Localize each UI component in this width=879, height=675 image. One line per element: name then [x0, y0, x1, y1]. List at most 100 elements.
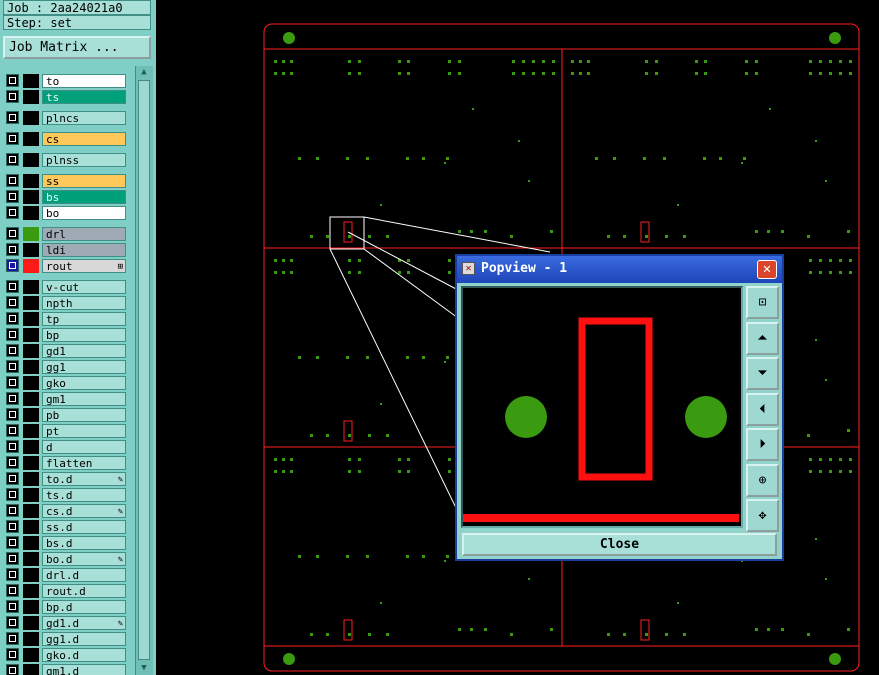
smd-pad [655, 72, 658, 75]
smd-pad [522, 60, 525, 63]
smd-pad [398, 271, 401, 274]
smd-pad [310, 235, 313, 238]
smd-pad [703, 157, 706, 160]
smd-pad [849, 271, 852, 274]
smd-pad [745, 60, 748, 63]
smd-pad [346, 555, 349, 558]
smd-pad [298, 157, 301, 160]
pan-down-icon[interactable]: ⏷ [746, 357, 779, 390]
smd-pad [755, 628, 758, 631]
pan-left-icon[interactable]: ⏴ [746, 392, 779, 426]
smd-pad [290, 259, 293, 262]
via [380, 602, 382, 604]
smd-pad [607, 235, 610, 238]
smd-pad [542, 72, 545, 75]
smd-pad [829, 458, 832, 461]
smd-pad [849, 458, 852, 461]
smd-pad [550, 628, 553, 631]
zoom-in-icon[interactable]: ⊕ [746, 463, 779, 497]
window-close-icon[interactable]: ✕ [757, 260, 777, 279]
rout-slot [578, 317, 653, 481]
smd-pad [316, 157, 319, 160]
via [472, 108, 474, 110]
smd-pad [809, 458, 812, 461]
smd-pad [282, 60, 285, 63]
smd-pad [290, 271, 293, 274]
smd-pad [326, 235, 329, 238]
smd-pad [755, 72, 758, 75]
smd-pad [358, 72, 361, 75]
smd-pad [316, 356, 319, 359]
smd-pad [274, 271, 277, 274]
close-button[interactable]: Close [462, 533, 777, 556]
smd-pad [510, 235, 513, 238]
popview-titlebar[interactable]: ✕ Popview - 1 ✕ [457, 256, 782, 283]
smd-pad [587, 72, 590, 75]
smd-pad [398, 470, 401, 473]
zoom-guide [363, 248, 459, 319]
zoom-out-icon[interactable]: ✥ [746, 499, 779, 532]
smd-pad [398, 60, 401, 63]
rout-edge [463, 514, 739, 522]
via [825, 578, 827, 580]
smd-pad [623, 235, 626, 238]
smd-pad [839, 470, 842, 473]
smd-pad [755, 230, 758, 233]
smd-pad [446, 555, 449, 558]
smd-pad [348, 72, 351, 75]
smd-pad [406, 356, 409, 359]
smd-pad [316, 555, 319, 558]
smd-pad [839, 259, 842, 262]
smd-pad [819, 470, 822, 473]
pad-left [505, 396, 547, 438]
smd-pad [809, 470, 812, 473]
smd-pad [643, 157, 646, 160]
via [518, 140, 520, 142]
smd-pad [704, 72, 707, 75]
window-icon: ✕ [462, 262, 475, 275]
smd-pad [448, 458, 451, 461]
smd-pad [366, 157, 369, 160]
smd-pad [829, 271, 832, 274]
popview-window: ✕ Popview - 1 ✕ ⊡ ⏶ ⏷ ⏴ ⏵ ⊕ ✥ Close [455, 254, 784, 561]
smd-pad [807, 633, 810, 636]
smd-pad [282, 458, 285, 461]
smd-pad [290, 470, 293, 473]
smd-pad [326, 633, 329, 636]
smd-pad [274, 72, 277, 75]
smd-pad [346, 356, 349, 359]
smd-pad [781, 230, 784, 233]
zoom-fit-icon[interactable]: ⊡ [746, 286, 779, 319]
popview-canvas[interactable] [461, 286, 743, 528]
via [444, 162, 446, 164]
smd-pad [290, 60, 293, 63]
smd-pad [446, 157, 449, 160]
rout-slot [640, 619, 650, 641]
smd-pad [665, 235, 668, 238]
smd-pad [645, 72, 648, 75]
via [815, 339, 817, 341]
smd-pad [298, 555, 301, 558]
smd-pad [358, 271, 361, 274]
pan-right-icon[interactable]: ⏵ [746, 428, 779, 461]
smd-pad [767, 628, 770, 631]
smd-pad [613, 157, 616, 160]
via [528, 180, 530, 182]
smd-pad [407, 72, 410, 75]
smd-pad [407, 458, 410, 461]
smd-pad [655, 60, 658, 63]
smd-pad [398, 72, 401, 75]
smd-pad [422, 555, 425, 558]
smd-pad [587, 60, 590, 63]
smd-pad [847, 429, 850, 432]
smd-pad [645, 60, 648, 63]
smd-pad [512, 60, 515, 63]
smd-pad [579, 72, 582, 75]
smd-pad [532, 72, 535, 75]
smd-pad [839, 60, 842, 63]
smd-pad [274, 470, 277, 473]
fiducial-pad [829, 32, 841, 44]
smd-pad [819, 259, 822, 262]
smd-pad [663, 157, 666, 160]
pan-up-icon[interactable]: ⏶ [746, 321, 779, 355]
